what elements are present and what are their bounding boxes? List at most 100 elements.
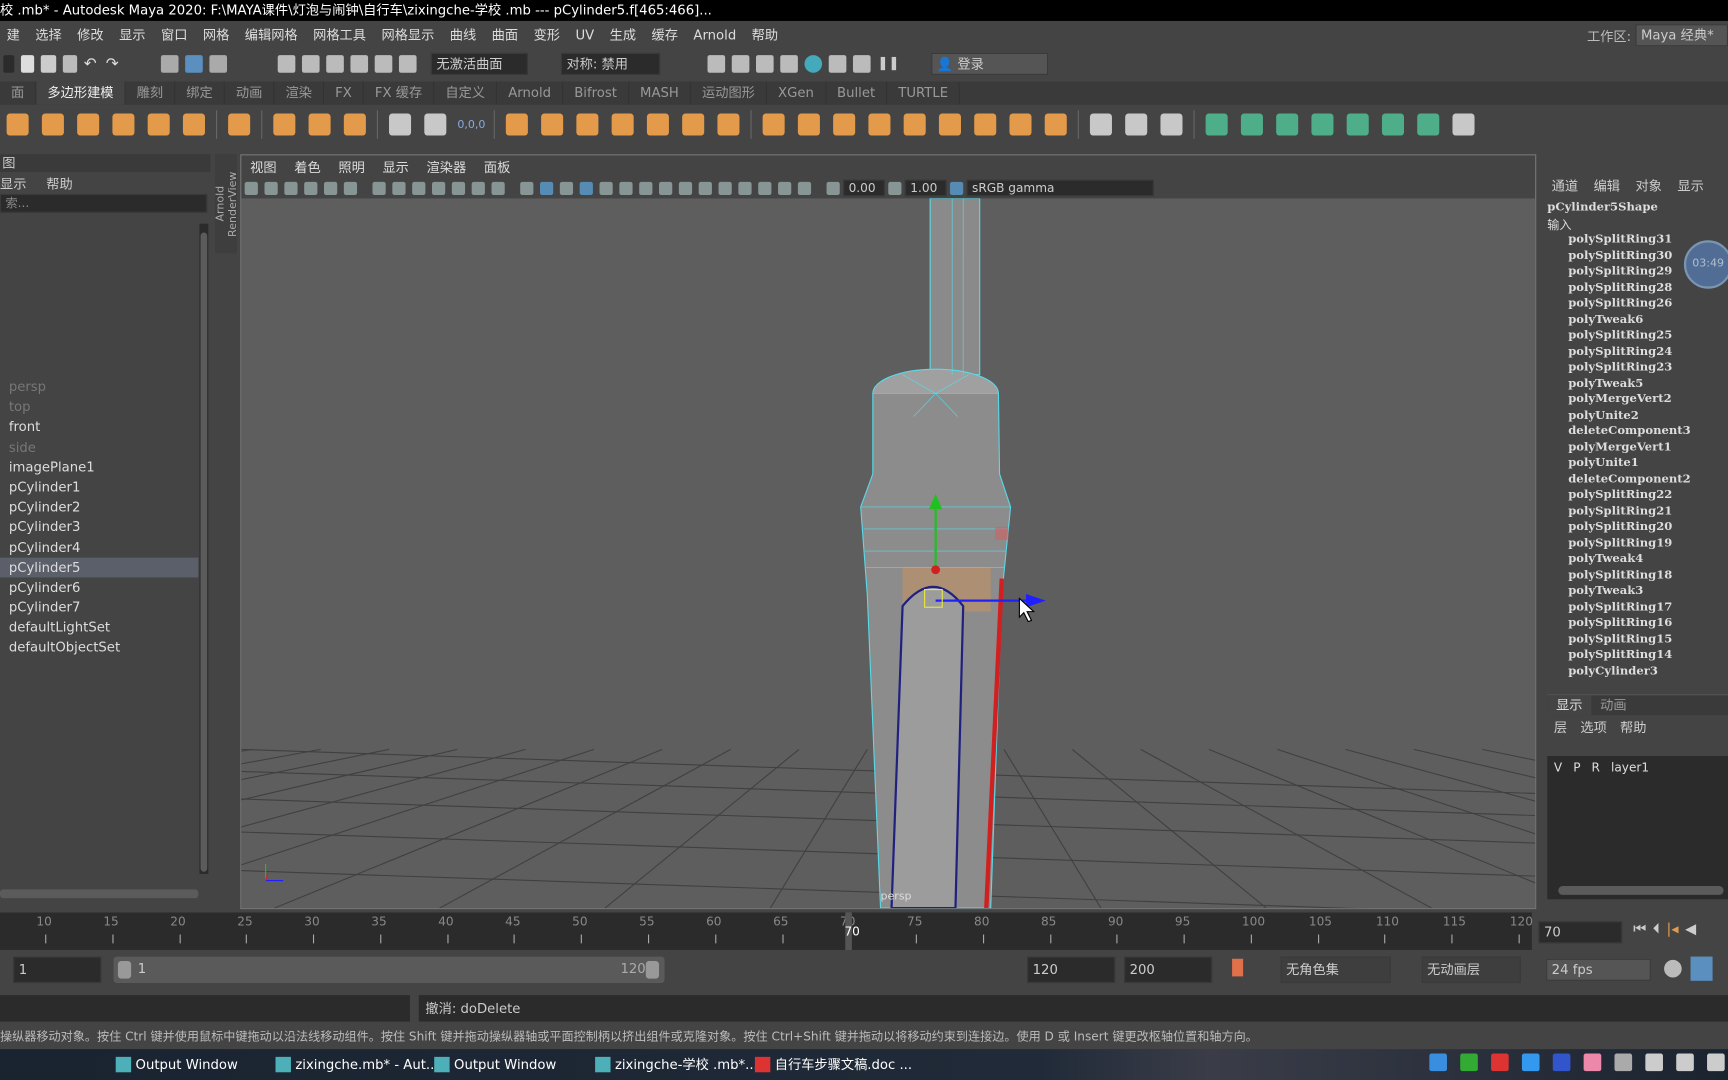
shelf-tab[interactable]: 多边形建模 [36,81,126,105]
outliner-item[interactable]: defaultLightSet [0,617,198,637]
channel-box-menu-item[interactable]: 显示 [1677,176,1703,195]
outliner-item[interactable]: imagePlane1 [0,457,198,477]
shelf-tab[interactable]: XGen [767,81,827,105]
shelf-tab[interactable]: 绑定 [175,81,225,105]
anti-alias-icon[interactable] [698,181,712,195]
uv-cylindrical-icon[interactable] [1241,113,1264,136]
undo-icon[interactable]: ↶ [84,55,99,73]
outliner-menu-help[interactable]: 帮助 [46,174,72,191]
freeze-transform-icon[interactable] [424,113,447,136]
svg-icon[interactable] [343,113,366,136]
arnold-renderview-tab[interactable]: Arnold RenderView [214,154,239,254]
input-node-item[interactable]: deleteComponent3 [1568,423,1690,439]
channel-box-menu-item[interactable]: 编辑 [1594,176,1620,195]
platonic-solid-icon[interactable] [228,113,251,136]
outliner-item[interactable]: pCylinder1 [0,477,198,497]
nvidia-icon[interactable] [1460,1053,1478,1072]
symmetry-field[interactable]: 对称: 禁用 [560,52,661,75]
menu-item[interactable]: 窗口 [154,25,196,44]
menu-item[interactable]: 曲面 [485,25,527,44]
menu-item[interactable]: 帮助 [745,25,787,44]
arnold-render-icon[interactable] [828,54,847,73]
field-chart-icon[interactable] [451,181,466,195]
xray-icon[interactable] [758,181,772,195]
viewport-menu-item[interactable]: 照明 [330,157,374,176]
reduce-icon[interactable] [647,113,670,136]
play-backwards-icon[interactable]: ◀ [1685,921,1696,938]
default-material-icon[interactable] [559,181,574,195]
input-node-item[interactable]: polySplitRing24 [1568,343,1690,359]
anim-prefs-icon[interactable] [1690,956,1713,981]
grease-pencil-icon[interactable] [343,181,358,195]
input-node-item[interactable]: polySplitRing20 [1568,519,1690,535]
snap-point-icon[interactable] [326,54,344,73]
motion-blur-icon[interactable] [678,181,693,195]
smooth-shade-icon[interactable] [539,181,554,195]
login-button[interactable]: 👤 登录 [931,52,1049,75]
viewport-menu-item[interactable]: 显示 [374,157,418,176]
snap-projected-icon[interactable] [350,54,369,73]
input-node-item[interactable]: polySplitRing23 [1568,359,1690,375]
input-node-item[interactable]: polySplitRing22 [1568,487,1690,503]
circularize-icon[interactable] [1045,113,1068,136]
input-node-item[interactable]: polySplitRing18 [1568,567,1690,583]
max-time-field[interactable]: 200 [1124,956,1213,984]
separate-icon[interactable] [541,113,564,136]
retopo-icon[interactable] [717,113,740,136]
shelf-tab[interactable]: 自定义 [434,81,498,105]
shield-icon[interactable] [1552,1053,1571,1072]
snap-grid-icon[interactable] [277,54,296,73]
input-node-item[interactable]: polySplitRing19 [1568,535,1690,551]
shelf-tab[interactable]: Bullet [826,81,888,105]
gamma-field[interactable]: 1.00 [904,179,947,197]
menu-item[interactable]: 修改 [71,25,113,44]
type-text-icon[interactable] [308,113,331,136]
outliner-vscrollbar[interactable] [199,223,209,874]
viewport-menu-item[interactable]: 着色 [285,157,329,176]
viewport-canvas[interactable]: persp [241,198,1536,909]
center-pivot-icon[interactable] [389,113,412,136]
wedge-icon[interactable] [1009,113,1033,136]
input-node-item[interactable]: polyTweak6 [1568,311,1690,327]
layer-visible-flag[interactable]: V [1554,760,1562,774]
pause-icon[interactable]: ❚❚ [877,55,899,73]
redo-icon[interactable]: ↷ [106,55,121,73]
input-node-item[interactable]: polySplitRing30 [1568,247,1690,263]
anim-layer-select[interactable]: 无动画层 [1421,956,1521,984]
smooth-icon[interactable] [612,113,635,136]
go-to-start-icon[interactable]: ⏮ [1633,921,1646,938]
menu-item[interactable]: 选择 [29,25,71,44]
input-node-item[interactable]: polyTweak4 [1568,551,1690,567]
multi-cut-icon[interactable] [1090,113,1113,136]
save-scene-icon[interactable] [62,54,78,73]
poly-cone-icon[interactable] [77,113,100,136]
super-shape-icon[interactable] [273,113,296,136]
start-time-field[interactable]: 1 [13,956,102,984]
mirror-icon[interactable] [576,113,599,136]
viewport-menu-item[interactable]: 渲染器 [418,157,475,176]
insert-edge-loop-icon[interactable] [1125,113,1148,136]
wps-icon[interactable] [1491,1053,1509,1072]
range-slider[interactable]: 1 120 [113,956,665,984]
exposure-field[interactable]: 0.00 [843,179,885,197]
input-node-item[interactable]: polyTweak5 [1568,375,1690,391]
current-frame-field[interactable]: 70 [1538,921,1623,944]
target-weld-icon[interactable] [1160,113,1183,136]
ambient-occlusion-icon[interactable] [659,181,673,195]
input-node-item[interactable]: polySplitRing26 [1568,295,1690,311]
outliner-item[interactable]: side [0,437,198,457]
end-time-field[interactable]: 120 [1027,956,1116,984]
shelf-tab[interactable]: 雕刻 [126,81,176,105]
input-node-item[interactable]: polySplitRing21 [1568,503,1690,519]
select-component-icon[interactable] [209,54,228,73]
render-settings-icon[interactable] [780,54,798,73]
volume-icon[interactable] [1645,1053,1663,1072]
tray-app-icon[interactable] [1429,1053,1447,1072]
menu-item[interactable]: 缓存 [645,25,687,44]
poly-disc-icon[interactable] [182,113,205,136]
layer-row[interactable]: V P R layer1 [1547,756,1728,779]
shelf-tab[interactable]: 运动图形 [691,81,768,105]
taskbar-item[interactable]: 自行车步骤文稿.doc ... [753,1051,912,1077]
layer-tab-anim[interactable]: 动画 [1591,695,1635,715]
layer-render-flag[interactable]: R [1592,760,1600,774]
